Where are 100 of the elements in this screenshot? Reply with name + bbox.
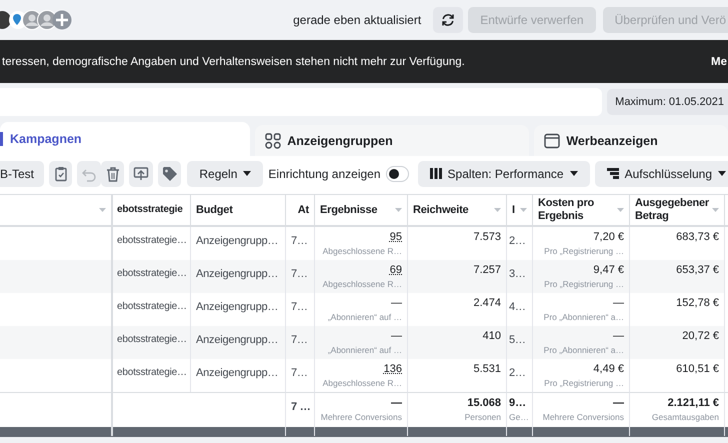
refresh-button[interactable] xyxy=(433,7,464,33)
update-status: gerade eben aktualisiert xyxy=(293,13,422,27)
total-value: 15.068 xyxy=(467,397,501,409)
column-header[interactable]: Ergebnisse xyxy=(315,194,408,227)
trash-button[interactable] xyxy=(100,160,124,186)
table-cell: 7… xyxy=(291,367,308,379)
caret-icon xyxy=(718,171,726,176)
table-cell: Anzeigengrupp… xyxy=(196,235,278,247)
notice-text: teressen, demografische Angaben und Verhaltensweisen stehen nicht mehr zur Verfügung. xyxy=(2,56,466,68)
column-header[interactable]: Reichweite xyxy=(408,194,507,227)
table-cell: 5… xyxy=(509,334,526,346)
breakdown-button[interactable]: Aufschlüsselung xyxy=(594,160,728,186)
total-value: — xyxy=(391,397,402,409)
add-icon[interactable] xyxy=(52,10,72,30)
table-cell: 610,51 € xyxy=(676,363,719,375)
cell-note: Pro „Registrierung … xyxy=(544,279,624,289)
breakdown-icon xyxy=(606,168,619,179)
cell-note: Pro „Abonnieren“ a… xyxy=(544,345,624,355)
table-cell: 20,72 € xyxy=(682,330,719,342)
sort-caret-icon[interactable] xyxy=(494,208,501,212)
notice-link[interactable]: Me xyxy=(711,56,727,68)
table-cell: 5.531 xyxy=(473,363,501,375)
columns-icon xyxy=(430,168,442,179)
table-cell: ebotsstrategie… xyxy=(117,334,187,345)
swap-button[interactable] xyxy=(129,160,153,186)
table-cell: ebotsstrategie… xyxy=(117,301,187,312)
column-header[interactable]: ebotsstrategie xyxy=(113,194,191,227)
sort-caret-icon[interactable] xyxy=(520,208,527,212)
cell-note: Abgeschlossene R… xyxy=(322,378,402,388)
table-cell: 7… xyxy=(291,334,308,346)
table-cell: ebotsstrategie… xyxy=(117,367,187,378)
table-cell: 7,20 € xyxy=(593,231,624,243)
total-value: 9… xyxy=(509,397,526,409)
total-note: Mehrere Conversions xyxy=(542,412,624,422)
table-cell: 683,73 € xyxy=(676,231,719,243)
cell-note: Pro „Abonnieren“ a… xyxy=(544,312,624,322)
total-value: 7 … xyxy=(291,401,311,413)
swap-icon xyxy=(134,166,148,180)
table-cell: 7… xyxy=(291,235,308,247)
cell-note: Pro „Registrierung … xyxy=(544,246,624,256)
cell-note: „Abonnieren“ auf … xyxy=(328,312,402,322)
table-cell: 7.257 xyxy=(473,264,501,276)
refresh-icon xyxy=(441,13,456,27)
sort-caret-icon[interactable] xyxy=(712,208,720,212)
grid-icon xyxy=(265,132,282,148)
results-link[interactable]: 95 xyxy=(390,231,402,243)
column-header[interactable]: Kosten pro Ergebnis xyxy=(533,194,630,227)
table-cell: 4,49 € xyxy=(593,363,624,375)
table-cell: 653,37 € xyxy=(676,264,719,276)
total-value: 2.121,11 € xyxy=(668,397,719,409)
sort-caret-icon[interactable] xyxy=(99,208,106,212)
clipboard-icon xyxy=(55,166,66,181)
date-limit-label: Maximum: 01.05.2021 xyxy=(607,89,728,115)
column-header[interactable]: Ausgegebener Betrag xyxy=(630,194,725,227)
total-note: Personen xyxy=(464,412,501,422)
clipboard-button[interactable] xyxy=(49,160,72,186)
table-cell: 152,78 € xyxy=(676,297,719,309)
cell-note: Abgeschlossene R… xyxy=(322,246,402,256)
rules-button[interactable]: Regeln xyxy=(187,160,264,186)
table-cell: 2… xyxy=(509,367,526,379)
cell-note: „Abonnieren“ auf … xyxy=(328,345,402,355)
column-header[interactable]: Budget xyxy=(191,194,286,227)
table-cell: ebotsstrategie… xyxy=(117,235,187,246)
table-cell: 7.573 xyxy=(473,231,501,243)
tab[interactable]: Werbeanzeigen xyxy=(534,125,728,156)
ab-test-button[interactable]: B-Test xyxy=(0,160,44,186)
table-cell: — xyxy=(391,330,402,342)
tag-button[interactable] xyxy=(158,160,182,186)
table-cell: 7… xyxy=(291,301,308,313)
table-cell: Anzeigengrupp… xyxy=(196,268,278,280)
results-link[interactable]: 136 xyxy=(384,363,402,375)
table-cell: — xyxy=(613,297,624,309)
cell-note: Abgeschlossene R… xyxy=(322,279,402,289)
table-cell: 4… xyxy=(509,301,526,313)
table-cell: 410 xyxy=(482,330,501,342)
sort-caret-icon[interactable] xyxy=(617,208,624,212)
setup-toggle[interactable] xyxy=(386,166,409,182)
window-icon xyxy=(544,132,560,148)
tab[interactable]: Anzeigengruppen xyxy=(255,125,530,156)
trash-icon xyxy=(106,166,120,182)
tab[interactable]: Kampagnen xyxy=(0,122,250,156)
caret-icon xyxy=(243,171,252,176)
table-cell: 7… xyxy=(291,268,308,280)
table-cell: Anzeigengrupp… xyxy=(196,367,278,379)
columns-button[interactable]: Spalten: Performance xyxy=(418,160,590,186)
table-cell: 3… xyxy=(509,268,526,280)
total-value: — xyxy=(613,397,624,409)
results-link[interactable]: 69 xyxy=(390,264,402,276)
total-note: Ge… xyxy=(509,412,529,422)
table-cell: ebotsstrategie… xyxy=(117,268,187,279)
column-header[interactable]: At xyxy=(286,194,315,227)
table-cell: Anzeigengrupp… xyxy=(196,301,278,313)
column-header[interactable]: I xyxy=(507,194,533,227)
table-cell: Anzeigengrupp… xyxy=(196,334,278,346)
sort-caret-icon[interactable] xyxy=(395,208,402,212)
table-cell: 9,47 € xyxy=(593,264,624,276)
table-cell: — xyxy=(391,297,402,309)
table-cell: 2.474 xyxy=(473,297,501,309)
caret-icon xyxy=(570,171,578,176)
tag-icon xyxy=(162,166,177,180)
